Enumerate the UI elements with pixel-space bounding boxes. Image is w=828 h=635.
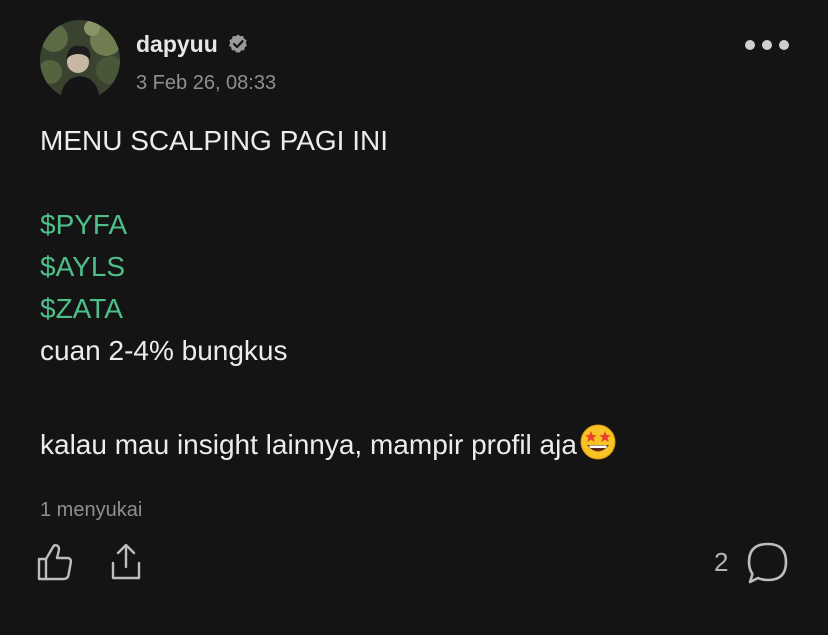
- comment-count: 2: [714, 547, 729, 577]
- post-content: MENU SCALPING PAGI INI $PYFA $AYLS $ZATA…: [40, 120, 800, 464]
- share-button[interactable]: [106, 541, 146, 583]
- more-options-button[interactable]: [740, 34, 794, 56]
- likes-count[interactable]: 1 menyukai: [40, 499, 142, 522]
- comment-button[interactable]: [744, 540, 792, 586]
- comment-bubble-icon: [747, 542, 788, 584]
- post-title: MENU SCALPING PAGI INI: [40, 125, 388, 156]
- star-struck-emoji: [580, 424, 616, 460]
- post-card: dapyuu 3 Feb 26, 08:33 MENU SCALPING PAG…: [0, 0, 828, 635]
- username[interactable]: dapyuu: [136, 31, 218, 58]
- ticker-link-ayls[interactable]: $AYLS: [40, 251, 125, 282]
- like-button[interactable]: [34, 541, 76, 583]
- share-icon: [111, 543, 141, 580]
- verified-check-icon: [228, 34, 247, 53]
- thumbs-up-icon: [37, 544, 73, 581]
- ticker-link-pyfa[interactable]: $PYFA: [40, 209, 127, 240]
- more-options-icon: [745, 40, 789, 50]
- post-note: cuan 2-4% bungkus: [40, 335, 288, 366]
- ticker-link-zata[interactable]: $ZATA: [40, 293, 123, 324]
- avatar-photo: [40, 20, 120, 100]
- avatar[interactable]: [40, 20, 120, 100]
- post-closing-text: kalau mau insight lainnya, mampir profil…: [40, 429, 577, 460]
- post-timestamp: 3 Feb 26, 08:33: [136, 72, 277, 94]
- author-row: dapyuu: [136, 28, 249, 60]
